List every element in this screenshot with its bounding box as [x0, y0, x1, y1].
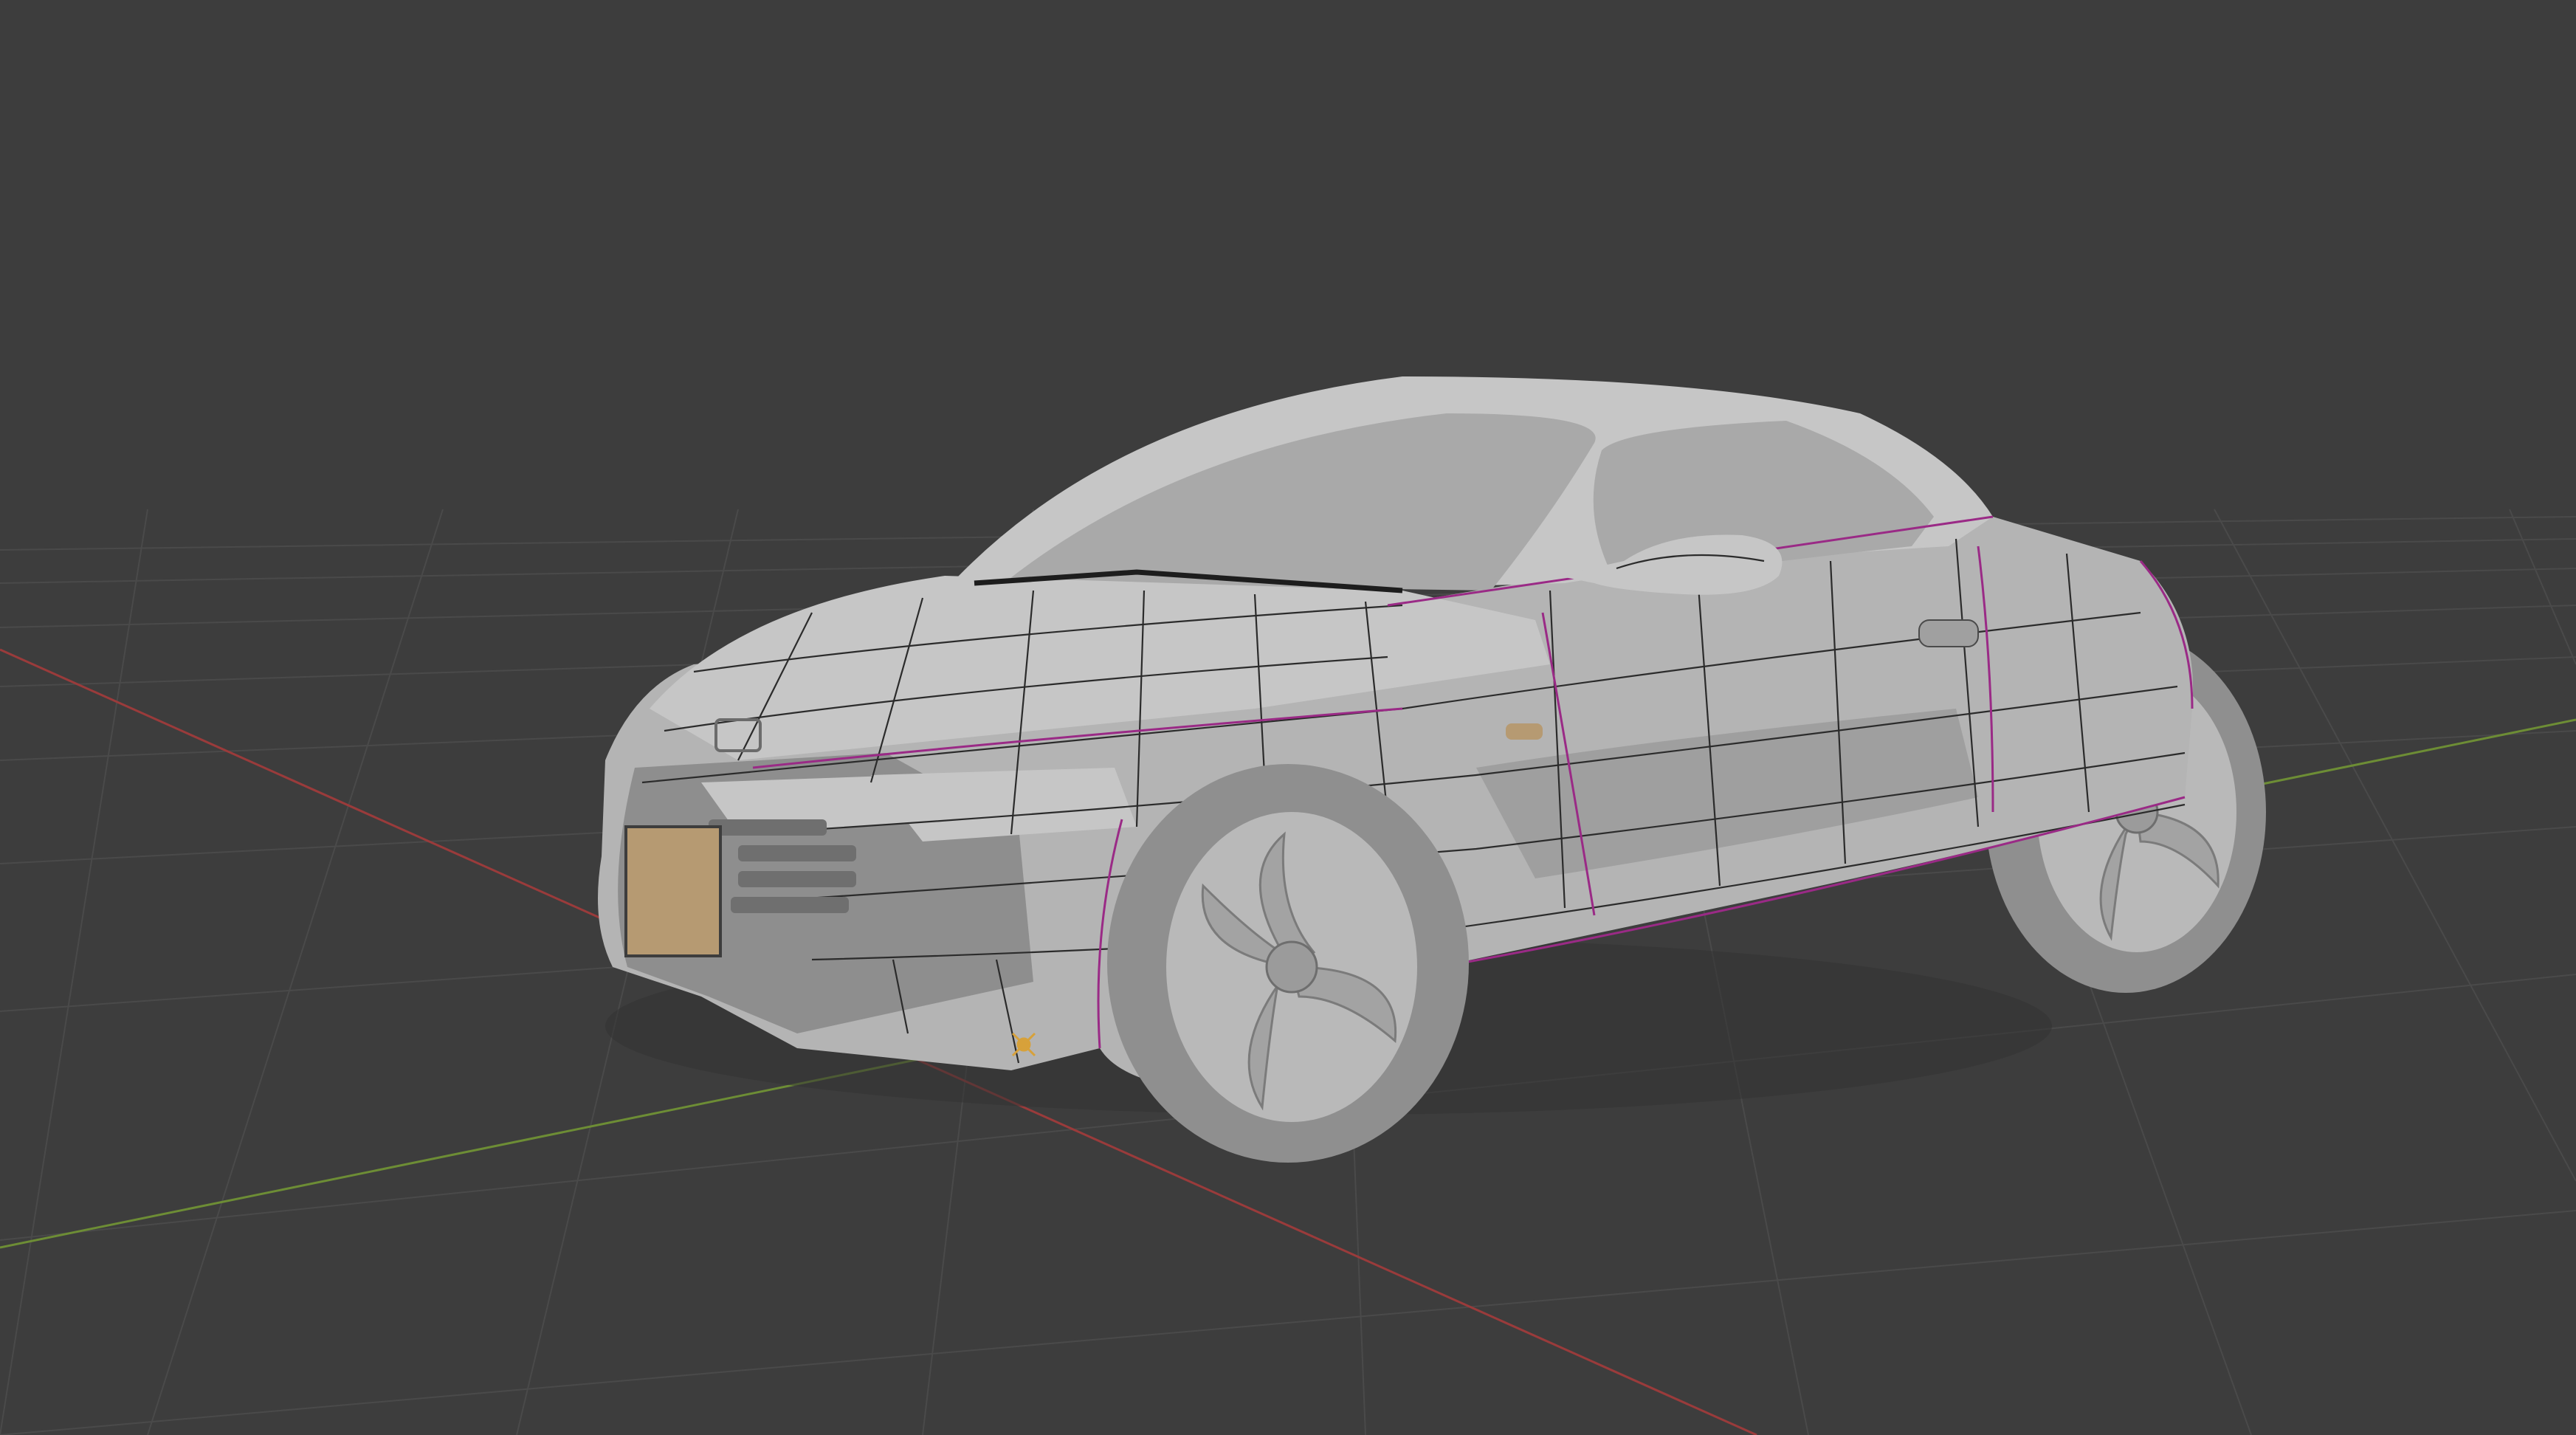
- side-marker-light: [1506, 723, 1543, 740]
- front-left-wheel[interactable]: [1107, 764, 1469, 1163]
- viewport-canvas[interactable]: [0, 0, 2576, 1435]
- 3d-viewport[interactable]: [0, 0, 2576, 1435]
- door-handle: [1918, 619, 1979, 647]
- license-plate[interactable]: [624, 825, 722, 957]
